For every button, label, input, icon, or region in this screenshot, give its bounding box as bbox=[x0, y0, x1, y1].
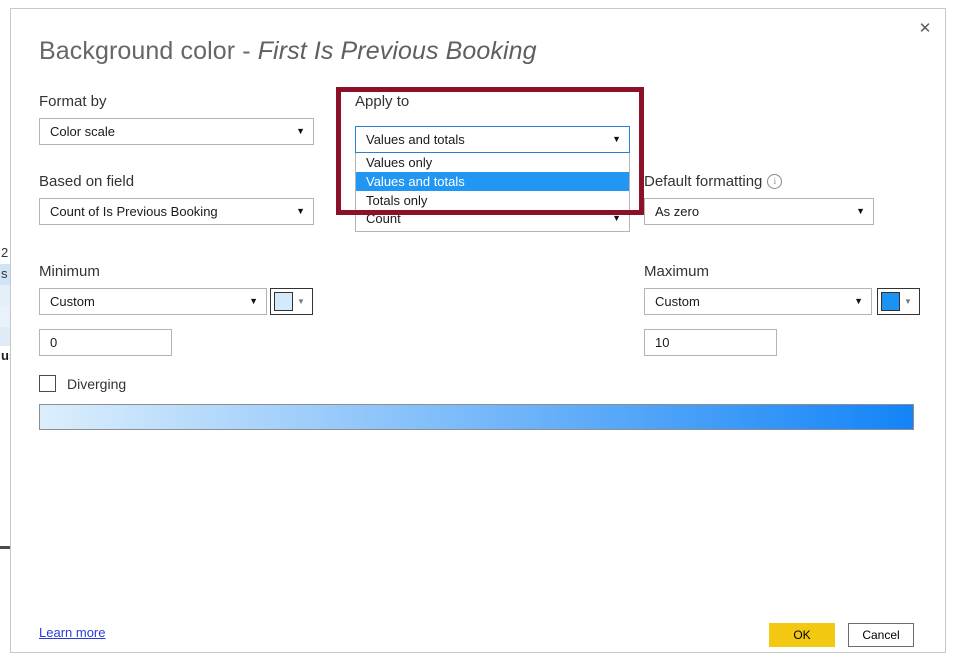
default-formatting-label-text: Default formatting bbox=[644, 173, 763, 190]
chevron-down-icon: ▼ bbox=[296, 206, 305, 216]
apply-to-option-totals-only[interactable]: Totals only bbox=[356, 191, 629, 210]
diverging-toggle[interactable]: Diverging bbox=[39, 375, 126, 392]
apply-to-label: Apply to bbox=[355, 93, 410, 110]
ok-button[interactable]: OK bbox=[769, 623, 835, 647]
apply-to-value: Values and totals bbox=[366, 132, 465, 147]
maximum-color-swatch bbox=[881, 292, 900, 311]
info-icon[interactable]: i bbox=[767, 174, 783, 189]
summarization-value: Count bbox=[366, 211, 401, 226]
dialog-title-field: First Is Previous Booking bbox=[257, 37, 537, 65]
default-formatting-label: Default formatting i bbox=[644, 173, 783, 190]
color-scale-preview bbox=[39, 404, 914, 430]
chevron-down-icon: ▼ bbox=[612, 213, 621, 223]
diverging-label: Diverging bbox=[67, 375, 127, 392]
chevron-down-icon: ▼ bbox=[296, 126, 305, 136]
maximum-mode-dropdown[interactable]: Custom ▼ bbox=[644, 288, 872, 315]
minimum-value-text: 0 bbox=[50, 335, 58, 350]
close-icon[interactable]: ✕ bbox=[909, 13, 941, 43]
minimum-value-input[interactable]: 0 bbox=[39, 329, 172, 356]
minimum-color-picker[interactable]: ▼ bbox=[270, 288, 313, 315]
chevron-down-icon: ▼ bbox=[297, 296, 305, 306]
cancel-button[interactable]: Cancel bbox=[848, 623, 914, 647]
minimum-mode-value: Custom bbox=[50, 294, 95, 309]
chevron-down-icon: ▼ bbox=[854, 296, 863, 306]
dialog-title-prefix: Background color - bbox=[39, 37, 258, 65]
default-formatting-dropdown[interactable]: As zero ▼ bbox=[644, 198, 874, 225]
chevron-down-icon: ▼ bbox=[856, 206, 865, 216]
based-on-field-value: Count of Is Previous Booking bbox=[50, 204, 218, 219]
minimum-color-swatch bbox=[274, 292, 293, 311]
learn-more-link[interactable]: Learn more bbox=[39, 625, 105, 640]
maximum-color-picker[interactable]: ▼ bbox=[877, 288, 920, 315]
page-title: Background color - First Is Previous Boo… bbox=[39, 37, 537, 66]
format-by-dropdown[interactable]: Color scale ▼ bbox=[39, 118, 314, 145]
maximum-value-input[interactable]: 10 bbox=[644, 329, 777, 356]
maximum-mode-value: Custom bbox=[655, 294, 700, 309]
chevron-down-icon: ▼ bbox=[249, 296, 258, 306]
apply-to-dropdown[interactable]: Values and totals ▼ bbox=[355, 126, 630, 153]
minimum-mode-dropdown[interactable]: Custom ▼ bbox=[39, 288, 267, 315]
maximum-label: Maximum bbox=[644, 263, 710, 280]
format-by-label: Format by bbox=[39, 93, 107, 110]
chevron-down-icon: ▼ bbox=[612, 134, 621, 144]
format-by-value: Color scale bbox=[50, 124, 116, 139]
apply-to-option-values-and-totals[interactable]: Values and totals bbox=[356, 172, 629, 191]
diverging-checkbox[interactable] bbox=[39, 375, 56, 392]
maximum-value-text: 10 bbox=[655, 335, 670, 350]
apply-to-option-list[interactable]: Values only Values and totals Totals onl… bbox=[355, 153, 630, 211]
default-formatting-value: As zero bbox=[655, 204, 700, 219]
based-on-field-dropdown[interactable]: Count of Is Previous Booking ▼ bbox=[39, 198, 314, 225]
apply-to-option-values-only[interactable]: Values only bbox=[356, 153, 629, 172]
chevron-down-icon: ▼ bbox=[904, 296, 912, 306]
based-on-field-label: Based on field bbox=[39, 173, 135, 190]
minimum-label: Minimum bbox=[39, 263, 100, 280]
background-color-dialog: ✕ Background color - First Is Previous B… bbox=[10, 8, 946, 653]
